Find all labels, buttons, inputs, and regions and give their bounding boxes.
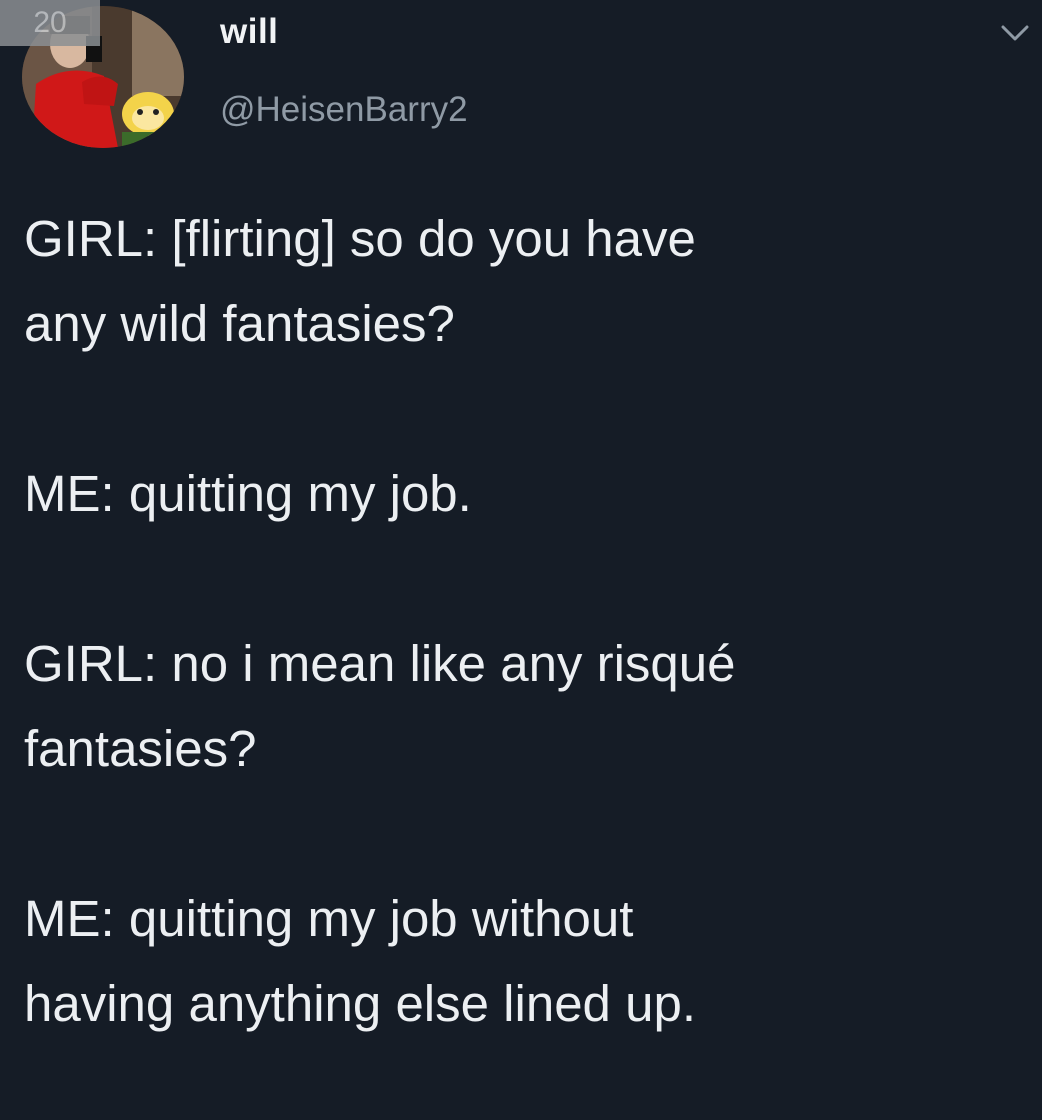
tweet-line: GIRL: [flirting] so do you have (24, 210, 696, 267)
tweet-line: fantasies? (24, 720, 257, 777)
tweet-line: having anything else lined up. (24, 975, 696, 1032)
tweet-line: GIRL: no i mean like any risqué (24, 635, 736, 692)
tweet-line: any wild fantasies? (24, 295, 455, 352)
tweet-line: ME: quitting my job without (24, 890, 634, 947)
corner-badge: 20 (0, 0, 100, 46)
chevron-down-icon[interactable] (998, 18, 1032, 48)
author-display-name[interactable]: will (220, 12, 278, 52)
author-handle[interactable]: @HeisenBarry2 (220, 90, 468, 130)
tweet-text: GIRL: [flirting] so do you have any wild… (24, 196, 1024, 1046)
tweet-line: ME: quitting my job. (24, 465, 472, 522)
